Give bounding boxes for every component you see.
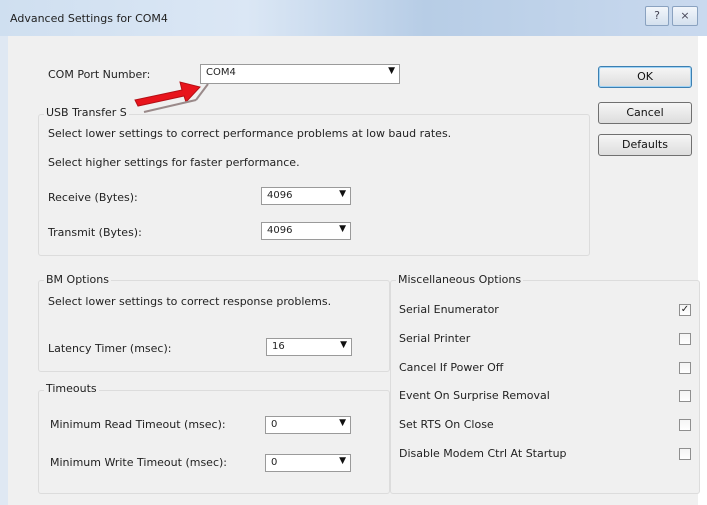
defaults-button[interactable]: Defaults (598, 134, 692, 156)
window-title: Advanced Settings for COM4 (10, 12, 168, 25)
usb-transfer-note-lower: Select lower settings to correct perform… (48, 127, 452, 140)
misc-option-label: Serial Enumerator (399, 303, 499, 316)
annotation-arrow (134, 81, 209, 113)
event-on-surprise-removal-checkbox[interactable] (679, 390, 691, 402)
serial-printer-checkbox[interactable] (679, 333, 691, 345)
chevron-down-icon: ▼ (340, 340, 347, 350)
set-rts-on-close-checkbox[interactable] (679, 419, 691, 431)
help-button[interactable]: ? (645, 6, 669, 26)
latency-select[interactable]: 16 ▼ (266, 338, 352, 356)
window-frame-edge (0, 36, 8, 505)
usb-transfer-legend: USB Transfer S (44, 106, 129, 119)
misc-option-label: Serial Printer (399, 332, 471, 345)
bm-options-legend: BM Options (44, 273, 111, 286)
misc-options-legend: Miscellaneous Options (396, 273, 524, 286)
usb-transfer-note-higher: Select higher settings for faster perfor… (48, 156, 300, 169)
receive-label: Receive (Bytes): (48, 191, 138, 204)
cancel-if-power-off-checkbox[interactable] (679, 362, 691, 374)
min-write-timeout-value: 0 (271, 457, 278, 468)
bm-options-note: Select lower settings to correct respons… (48, 295, 332, 308)
latency-label: Latency Timer (msec): (48, 342, 172, 355)
com-port-select[interactable]: COM4 ▼ (200, 64, 400, 84)
min-read-timeout-select[interactable]: 0 ▼ (265, 416, 351, 434)
transmit-label: Transmit (Bytes): (48, 226, 142, 239)
chevron-down-icon: ▼ (339, 456, 346, 466)
timeouts-group (38, 390, 390, 494)
min-write-timeout-label: Minimum Write Timeout (msec): (50, 456, 227, 469)
receive-value: 4096 (267, 190, 293, 201)
chevron-down-icon: ▼ (339, 189, 346, 199)
min-read-timeout-label: Minimum Read Timeout (msec): (50, 418, 226, 431)
misc-option-label: Cancel If Power Off (399, 361, 504, 374)
chevron-down-icon: ▼ (339, 224, 346, 234)
min-read-timeout-value: 0 (271, 419, 278, 430)
min-write-timeout-select[interactable]: 0 ▼ (265, 454, 351, 472)
dialog-body: COM Port Number: COM4 ▼ USB Transfer S S… (8, 36, 700, 505)
latency-value: 16 (272, 341, 285, 352)
transmit-select[interactable]: 4096 ▼ (261, 222, 351, 240)
transmit-value: 4096 (267, 225, 293, 236)
help-icon: ? (654, 9, 660, 22)
disable-modem-ctrl-checkbox[interactable] (679, 448, 691, 460)
title-bar: Advanced Settings for COM4 ? × (0, 0, 707, 36)
misc-option-label: Event On Surprise Removal (399, 389, 550, 402)
cancel-button[interactable]: Cancel (598, 102, 692, 124)
misc-option-label: Disable Modem Ctrl At Startup (399, 447, 567, 460)
red-arrow-icon (134, 81, 209, 113)
timeouts-legend: Timeouts (44, 382, 99, 395)
close-button[interactable]: × (672, 6, 698, 26)
receive-select[interactable]: 4096 ▼ (261, 187, 351, 205)
ok-button[interactable]: OK (598, 66, 692, 88)
chevron-down-icon: ▼ (339, 418, 346, 428)
close-icon: × (680, 9, 690, 22)
bm-options-group (38, 280, 390, 372)
serial-enumerator-checkbox[interactable]: ✓ (679, 304, 691, 316)
chevron-down-icon: ▼ (388, 66, 395, 76)
misc-option-label: Set RTS On Close (399, 418, 494, 431)
